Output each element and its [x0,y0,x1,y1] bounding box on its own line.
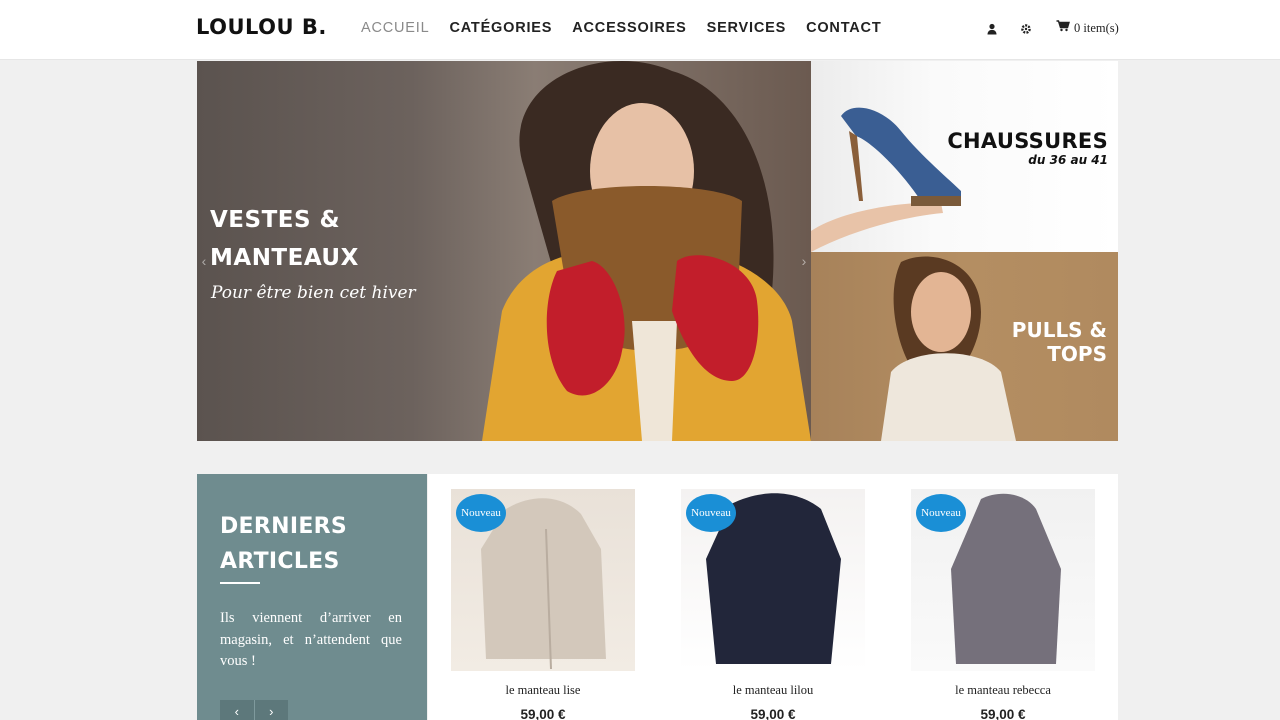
slider-prev-arrow[interactable]: ‹ [197,241,211,281]
new-badge: Nouveau [456,494,506,532]
banner-pulls-title: PULLS & TOPS [1011,318,1107,366]
new-badge: Nouveau [686,494,736,532]
divider [220,582,260,584]
cart-link[interactable]: 0 item(s) [1056,20,1119,36]
latest-articles-panel: DERNIERS ARTICLES Ils viennent d’arriver… [197,474,427,720]
nav-item-categories[interactable]: CATÉGORIES [449,20,552,36]
cart-count: 0 item(s) [1074,20,1119,35]
site-logo[interactable]: LOULOU B. [196,15,327,39]
latest-articles-text: Ils viennent d’arriver en magasin, et n’… [220,610,402,669]
carousel-next-button[interactable]: › [255,700,289,720]
slider-next-arrow[interactable]: › [797,241,811,281]
site-header: LOULOU B. ACCUEIL CATÉGORIES ACCESSOIRES… [0,0,1280,60]
gear-icon[interactable] [1020,22,1034,36]
nav-item-accueil[interactable]: ACCUEIL [361,20,429,36]
banner-chaussures-title: CHAUSSURES [947,129,1108,153]
banner-chaussures[interactable]: CHAUSSURES du 36 au 41 [811,61,1118,252]
carousel-controls: ‹ › [220,700,288,720]
banner-pulls-tops[interactable]: PULLS & TOPS [811,252,1118,441]
hero-title: VESTES & MANTEAUX [210,207,359,271]
nav-item-services[interactable]: SERVICES [707,20,786,36]
product-name[interactable]: le manteau lise [428,683,658,698]
product-card[interactable]: Nouveau le manteau lise 59,00 € [428,474,658,720]
hero-model-image [482,61,811,441]
hero-subtitle: Pour être bien cet hiver [211,283,416,303]
product-card[interactable]: Nouveau le manteau lilou 59,00 € [658,474,888,720]
product-price: 59,00 € [520,707,566,720]
hero-slider[interactable]: VESTES & MANTEAUX Pour être bien cet hiv… [197,61,811,441]
latest-articles-title: DERNIERS ARTICLES [220,514,348,574]
product-list: Nouveau le manteau lise 59,00 € Nouveau … [428,474,1118,720]
banner-chaussures-subtitle: du 36 au 41 [1028,153,1108,167]
nav-item-accessoires[interactable]: ACCESSOIRES [572,20,686,36]
carousel-prev-button[interactable]: ‹ [220,700,255,720]
product-price: 59,00 € [750,707,796,720]
product-name[interactable]: le manteau rebecca [888,683,1118,698]
product-card[interactable]: Nouveau le manteau rebecca 59,00 € [888,474,1118,720]
shoe-image [811,107,961,252]
product-name[interactable]: le manteau lilou [658,683,888,698]
nav-item-contact[interactable]: CONTACT [806,20,881,36]
product-price: 59,00 € [980,707,1026,720]
new-badge: Nouveau [916,494,966,532]
cart-icon [1056,20,1070,36]
pulls-model-image [881,256,1016,441]
user-icon[interactable] [986,22,1000,36]
main-nav: ACCUEIL CATÉGORIES ACCESSOIRES SERVICES … [361,20,881,36]
